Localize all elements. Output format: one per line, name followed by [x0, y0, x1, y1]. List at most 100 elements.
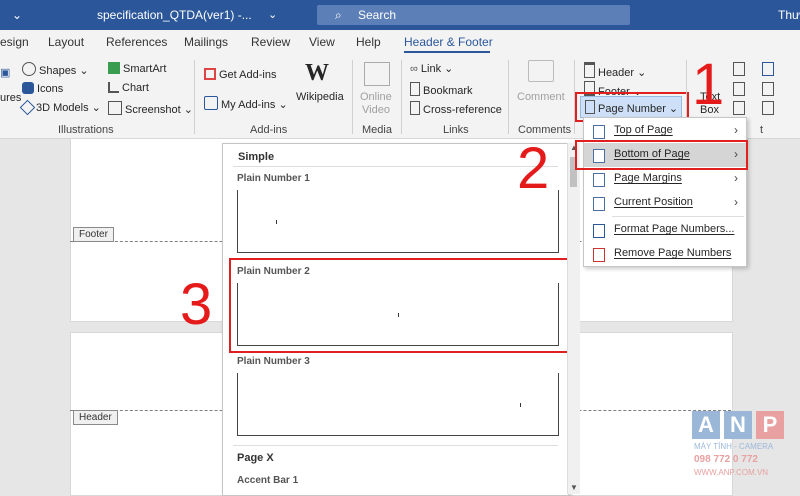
cross-reference-button[interactable]: Cross-reference: [410, 101, 502, 116]
format-page-numbers-icon: [593, 224, 605, 238]
wikipedia-icon: W: [305, 60, 329, 86]
search-icon: ⌕: [335, 8, 342, 22]
section-divider: [233, 445, 558, 446]
online-video-icon: [364, 62, 390, 86]
smartart-icon: [108, 62, 120, 74]
menu-item-label: Top of Page: [614, 124, 673, 136]
quick-access-chevron-icon[interactable]: ⌄: [12, 8, 22, 22]
ribbon-separator: [352, 60, 353, 134]
tab-help[interactable]: Help: [356, 35, 381, 49]
ribbon-separator: [508, 60, 509, 134]
tab-header-footer[interactable]: Header & Footer: [404, 35, 493, 49]
logo-phone: 098 772 0 772: [694, 454, 758, 465]
annotation-number-1: 1: [692, 52, 725, 117]
document-title: specification_QTDA(ver1) -...: [97, 8, 252, 22]
tab-design[interactable]: esign: [0, 35, 29, 49]
tab-mailings[interactable]: Mailings: [184, 35, 228, 49]
menu-item-label: Current Position: [614, 196, 693, 208]
date-time-icon[interactable]: [762, 82, 774, 96]
menu-item-format-page-numbers[interactable]: Format Page Numbers...: [584, 218, 746, 242]
section-simple: Simple: [238, 151, 275, 163]
top-of-page-icon: [593, 125, 605, 139]
gallery-item-plain-number-1[interactable]: [237, 190, 559, 253]
title-bar: ⌄ specification_QTDA(ver1) -... ⌄ ⌕ Sear…: [0, 0, 800, 30]
search-placeholder: Search: [358, 8, 397, 22]
title-dropdown-icon[interactable]: ⌄: [268, 8, 277, 21]
dropcap-icon[interactable]: [733, 101, 745, 115]
tab-view[interactable]: View: [309, 35, 335, 49]
section-divider: [233, 166, 558, 167]
menu-item-label: Format Page Numbers...: [614, 223, 735, 235]
bookmark-button[interactable]: Bookmark: [410, 82, 473, 97]
smartart-button[interactable]: SmartArt: [108, 62, 166, 75]
tab-layout[interactable]: Layout: [48, 35, 84, 49]
tab-review[interactable]: Review: [251, 35, 290, 49]
logo-letter-a: A: [692, 411, 720, 439]
shapes-button[interactable]: Shapes ⌄: [22, 62, 89, 77]
annotation-box-2: [575, 140, 748, 170]
header-button[interactable]: Header ⌄: [584, 62, 646, 79]
ribbon-tabs: esign Layout References Mailings Review …: [0, 30, 800, 54]
logo-letter-p: P: [756, 411, 784, 439]
chart-icon: [108, 82, 119, 93]
online-video-label-2[interactable]: Video: [362, 104, 390, 116]
screenshot-icon: [108, 101, 122, 115]
cube-icon: [19, 99, 36, 116]
get-addins-button[interactable]: Get Add-ins: [204, 68, 276, 81]
ribbon-separator: [401, 60, 402, 134]
user-name[interactable]: Thư: [778, 8, 800, 22]
gallery-item-plain-number-3[interactable]: [237, 373, 559, 436]
signature-line-icon[interactable]: [762, 62, 774, 76]
link-button[interactable]: ∞ Link ⌄: [410, 62, 453, 75]
page-number-marker: [276, 220, 277, 224]
comment-icon: [528, 60, 554, 82]
bookmark-icon: [410, 82, 420, 96]
annotation-box-3: [229, 258, 569, 353]
chevron-right-icon: ›: [734, 195, 738, 209]
group-text: t: [760, 124, 764, 136]
annotation-number-2: 2: [517, 136, 550, 201]
remove-page-numbers-icon: [593, 248, 605, 262]
cross-reference-icon: [410, 101, 420, 115]
3d-models-button[interactable]: 3D Models ⌄: [19, 99, 101, 116]
gallery-item-label: Plain Number 1: [237, 173, 310, 184]
menu-item-page-margins[interactable]: Page Margins ›: [584, 167, 746, 191]
page-margins-icon: [593, 173, 605, 187]
scroll-down-icon[interactable]: ▼: [570, 483, 578, 492]
chevron-right-icon: ›: [734, 123, 738, 137]
page-number-marker: [520, 403, 521, 407]
menu-divider: [612, 216, 744, 217]
search-box[interactable]: ⌕ Search: [317, 5, 630, 25]
gallery-scrollbar[interactable]: ▲ ▼: [567, 143, 580, 494]
ribbon-separator: [194, 60, 195, 134]
menu-item-current-position[interactable]: Current Position ›: [584, 191, 746, 215]
quick-parts-icon[interactable]: [733, 62, 745, 76]
menu-item-remove-page-numbers[interactable]: Remove Page Numbers: [584, 242, 746, 266]
logo-website: WWW.ANP.COM.VN: [694, 468, 769, 477]
screenshot-button[interactable]: Screenshot ⌄: [108, 101, 193, 116]
online-video-label-1[interactable]: Online: [360, 91, 392, 103]
icons-button[interactable]: Icons: [22, 82, 63, 95]
my-addins-button[interactable]: My Add-ins ⌄: [204, 96, 288, 111]
store-icon: [204, 68, 216, 80]
group-addins: Add-ins: [250, 124, 288, 136]
wordart-icon[interactable]: [733, 82, 745, 96]
footer-tag: Footer: [73, 227, 114, 242]
gallery-item-label: Plain Number 3: [237, 356, 310, 367]
tab-references[interactable]: References: [106, 35, 167, 49]
header-icon: [584, 62, 595, 78]
logo-letter-n: N: [724, 411, 752, 439]
comment-button[interactable]: Comment: [517, 91, 565, 103]
chevron-right-icon: ›: [734, 171, 738, 185]
group-links: Links: [443, 124, 469, 136]
section-page-x: Page X: [237, 452, 274, 464]
group-comments: Comments: [518, 124, 572, 136]
pictures-button[interactable]: ures: [0, 92, 21, 104]
logo-tagline: MÁY TÍNH - CAMERA: [694, 442, 774, 451]
object-icon[interactable]: [762, 101, 774, 115]
menu-item-label: Page Margins: [614, 172, 682, 184]
wikipedia-button[interactable]: Wikipedia: [296, 91, 344, 103]
menu-item-label: Remove Page Numbers: [614, 247, 732, 259]
group-illustrations: Illustrations: [58, 124, 114, 136]
chart-button[interactable]: Chart: [108, 82, 149, 94]
